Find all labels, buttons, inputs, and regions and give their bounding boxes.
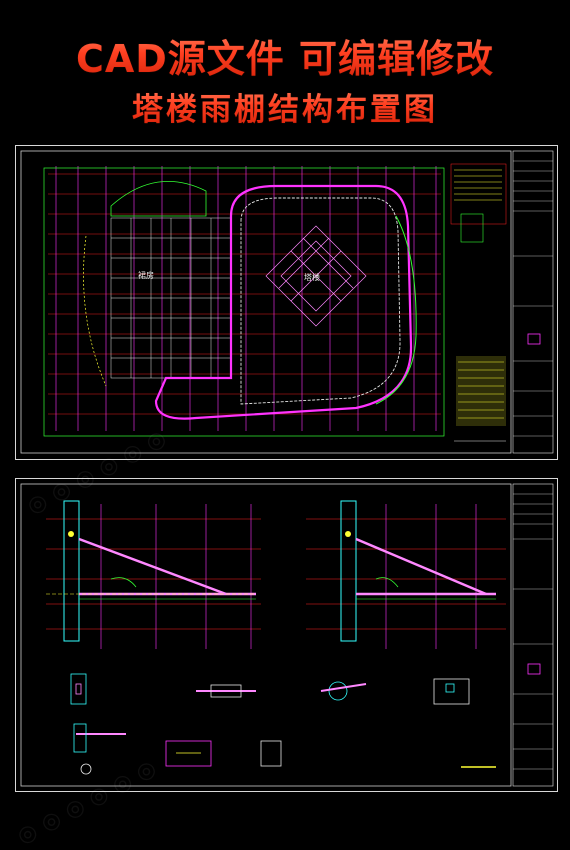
- title-cad-source: CAD源文件 可编辑修改: [0, 28, 570, 83]
- plan-drawing: 裙房 塔楼: [20, 150, 554, 454]
- label-podium: 裙房: [138, 270, 154, 280]
- notes-panel: [450, 163, 507, 442]
- section-detail-right: [306, 500, 506, 649]
- label-tower: 塔楼: [304, 272, 320, 282]
- node-details: [70, 673, 496, 775]
- drawing-sheet-details: [15, 478, 558, 792]
- details-drawing: [20, 483, 554, 787]
- drawing-sheet-plan: 裙房 塔楼: [15, 145, 558, 460]
- title-drawing-name: 塔楼雨棚结构布置图: [0, 84, 570, 129]
- title-block: [512, 150, 554, 454]
- title-block-2: [512, 483, 554, 787]
- section-detail-left: [46, 500, 261, 649]
